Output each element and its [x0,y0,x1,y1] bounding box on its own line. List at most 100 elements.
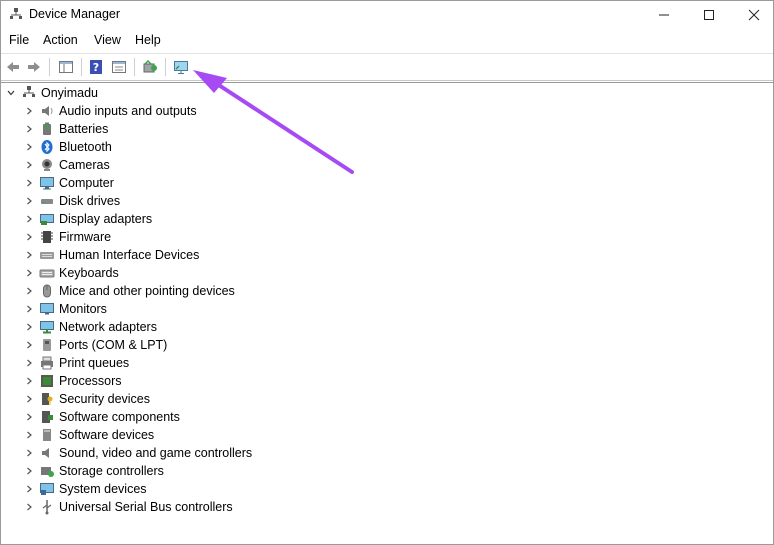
minimize-icon [659,14,669,16]
device-category-system-devices[interactable]: System devices [23,480,147,498]
chevron-right-icon[interactable] [23,228,35,246]
device-category-network-adapters[interactable]: Network adapters [23,318,157,336]
device-category-label: Software components [59,410,180,424]
chevron-right-icon[interactable] [23,210,35,228]
device-category-monitors[interactable]: Monitors [23,300,107,318]
chevron-right-icon[interactable] [23,300,35,318]
chevron-down-icon[interactable] [5,84,17,102]
device-category-label: Cameras [59,158,110,172]
device-category-label: Human Interface Devices [59,248,200,262]
chevron-right-icon[interactable] [23,264,35,282]
minimize-button[interactable] [641,1,687,29]
storage-controller-icon [39,463,55,479]
device-category-sound-video-and-game-controllers[interactable]: Sound, video and game controllers [23,444,252,462]
menu-action[interactable]: Action [41,33,80,47]
device-manager-app-icon [10,8,22,19]
forward-icon [28,62,40,72]
device-category-firmware[interactable]: Firmware [23,228,111,246]
device-category-human-interface-devices[interactable]: Human Interface Devices [23,246,199,264]
maximize-button[interactable] [686,1,732,29]
title-bar: Device Manager [1,1,773,29]
chevron-right-icon[interactable] [23,408,35,426]
software-component-icon [39,409,55,425]
device-category-mice-and-other-pointing-devices[interactable]: Mice and other pointing devices [23,282,235,300]
device-category-label: Sound, video and game controllers [59,446,253,460]
menu-help[interactable]: Help [133,33,163,47]
disk-drive-icon [39,193,55,209]
display-adapter-icon [39,211,55,227]
close-icon [748,9,760,21]
device-category-label: Monitors [59,302,107,316]
device-category-label: Display adapters [59,212,153,226]
keyboard-icon [39,265,55,281]
maximize-icon [704,10,714,20]
device-category-keyboards[interactable]: Keyboards [23,264,119,282]
system-device-icon [39,481,55,497]
device-category-print-queues[interactable]: Print queues [23,354,129,372]
chevron-right-icon[interactable] [23,282,35,300]
chevron-right-icon[interactable] [23,498,35,516]
printer-icon [39,355,55,371]
scan-hardware-changes-button[interactable] [140,57,160,77]
menu-file[interactable]: File [7,33,31,47]
chevron-right-icon[interactable] [23,426,35,444]
close-button[interactable] [731,1,774,29]
device-category-bluetooth[interactable]: Bluetooth [23,138,112,156]
device-category-computer[interactable]: Computer [23,174,114,192]
device-category-universal-serial-bus-controllers[interactable]: Universal Serial Bus controllers [23,498,233,516]
console-tree-icon [59,61,73,73]
device-category-security-devices[interactable]: Security devices [23,390,150,408]
device-category-label: Storage controllers [59,464,164,478]
device-category-storage-controllers[interactable]: Storage controllers [23,462,164,480]
chevron-right-icon[interactable] [23,444,35,462]
device-category-display-adapters[interactable]: Display adapters [23,210,152,228]
chevron-right-icon[interactable] [23,120,35,138]
show-hide-console-tree-button[interactable] [56,57,76,77]
chevron-right-icon[interactable] [23,246,35,264]
device-category-label: Universal Serial Bus controllers [59,500,233,514]
chevron-right-icon[interactable] [23,390,35,408]
chevron-right-icon[interactable] [23,192,35,210]
device-category-software-components[interactable]: Software components [23,408,180,426]
software-device-icon [39,427,55,443]
device-category-ports-com-lpt[interactable]: Ports (COM & LPT) [23,336,167,354]
root-label: Onyimadu [41,86,98,100]
device-category-label: System devices [59,482,147,496]
chevron-right-icon[interactable] [23,102,35,120]
device-category-processors[interactable]: Processors [23,372,122,390]
forward-button[interactable] [24,57,44,77]
update-monitor-button[interactable] [171,57,191,77]
camera-icon [39,157,55,173]
computer-icon [39,175,55,191]
tree-root-node[interactable]: Onyimadu [5,84,98,102]
menu-view[interactable]: View [92,33,123,47]
svg-text:?: ? [93,61,99,74]
chevron-right-icon[interactable] [23,462,35,480]
help-button[interactable]: ? [86,57,106,77]
toolbar-separator [49,58,50,76]
device-category-label: Processors [59,374,122,388]
properties-button[interactable] [109,57,129,77]
device-category-software-devices[interactable]: Software devices [23,426,154,444]
chevron-right-icon[interactable] [23,174,35,192]
device-category-label: Disk drives [59,194,121,208]
chevron-right-icon[interactable] [23,318,35,336]
chevron-right-icon[interactable] [23,336,35,354]
chevron-right-icon[interactable] [23,138,35,156]
device-category-cameras[interactable]: Cameras [23,156,110,174]
back-button[interactable] [3,57,23,77]
chevron-right-icon[interactable] [23,156,35,174]
chevron-right-icon[interactable] [23,354,35,372]
device-category-disk-drives[interactable]: Disk drives [23,192,120,210]
chevron-right-icon[interactable] [23,480,35,498]
firmware-icon [39,229,55,245]
scan-hardware-icon [143,59,157,73]
device-category-label: Security devices [59,392,151,406]
chevron-right-icon[interactable] [23,372,35,390]
toolbar: ? [1,53,773,81]
device-category-batteries[interactable]: Batteries [23,120,108,138]
bluetooth-icon [39,139,55,155]
device-category-audio-inputs-and-outputs[interactable]: Audio inputs and outputs [23,102,197,120]
usb-icon [39,499,55,515]
port-icon [39,337,55,353]
